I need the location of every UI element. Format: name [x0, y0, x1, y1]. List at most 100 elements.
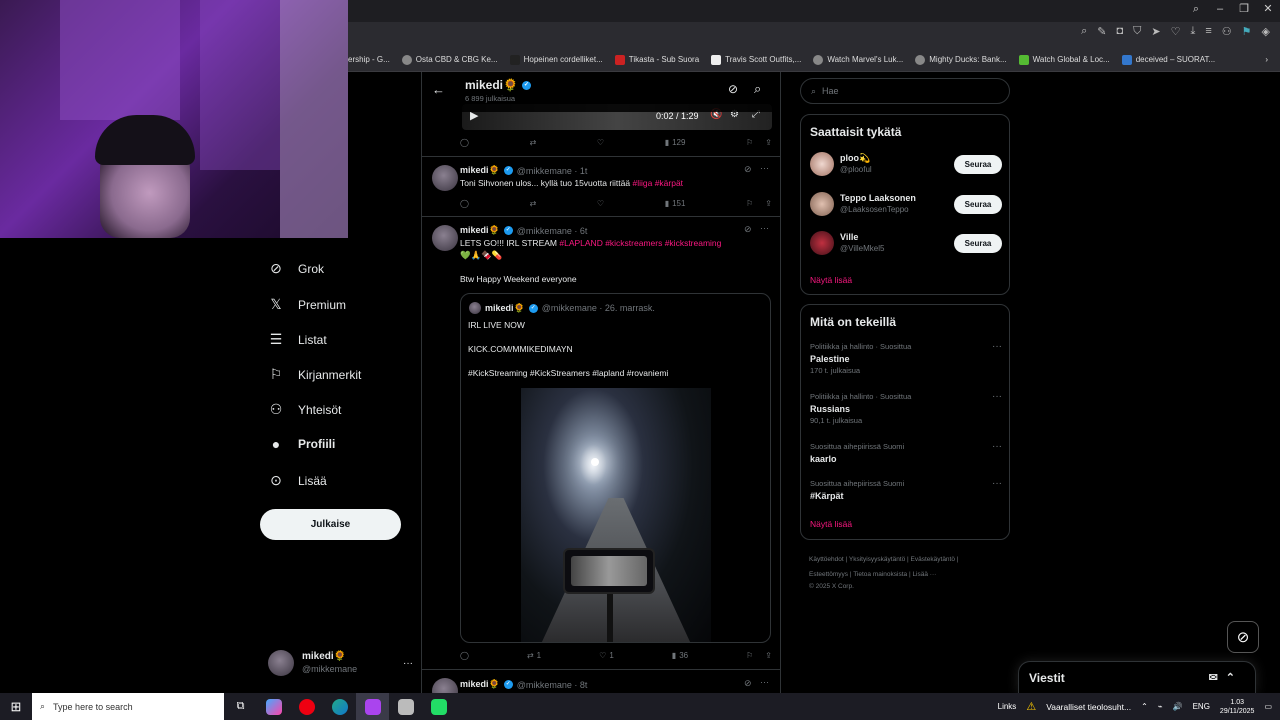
suggestion-item[interactable]: Ville @VilleMkel5 Seuraa: [810, 231, 1002, 255]
taskbar-app-edge[interactable]: [323, 693, 356, 720]
download-icon[interactable]: ⤓: [1190, 25, 1195, 38]
show-more-link[interactable]: Näytä lisää: [810, 519, 852, 529]
suggestion-item[interactable]: ploo💫 @plooful Seuraa: [810, 152, 1002, 176]
trend-item[interactable]: Politiikka ja hallinto · Suosittua Pales…: [810, 341, 1002, 377]
sidebar-item-lists[interactable]: ☰ Listat: [268, 331, 327, 348]
stream-photo[interactable]: [521, 388, 711, 642]
follow-button[interactable]: Seuraa: [954, 154, 1002, 174]
views-stat[interactable]: ▮ 151: [665, 199, 686, 208]
tweet[interactable]: mikedi🌻 ✓ @mikkemane · 6t ⊘ ··· LETS GO!…: [422, 217, 780, 670]
hashtags[interactable]: #liiga #kärpät: [632, 178, 683, 188]
links-toolbar[interactable]: Links: [998, 702, 1017, 711]
taskbar-app-active[interactable]: [356, 693, 389, 720]
grok-icon[interactable]: ⊘: [744, 224, 752, 235]
notification-icon[interactable]: ▭: [1264, 702, 1272, 711]
search-icon[interactable]: ⌕: [1184, 0, 1208, 18]
share-icon[interactable]: ⇪: [765, 651, 772, 660]
messages-drawer[interactable]: Viestit ✉⌃: [1018, 661, 1256, 693]
show-more-link[interactable]: Näytä lisää: [810, 275, 852, 285]
bookmark-item[interactable]: Osta CBD & CBG Ke...: [401, 54, 498, 65]
share-icon[interactable]: ⇪: [765, 138, 772, 147]
tweet[interactable]: mikedi🌻 ✓ @mikkemane · 1t ⊘ ··· Toni Sih…: [422, 157, 780, 217]
menu-icon[interactable]: ≡: [1205, 25, 1211, 38]
more-icon[interactable]: ···: [992, 341, 1002, 353]
cube-icon[interactable]: ◈: [1262, 25, 1270, 38]
grok-floating-button[interactable]: ⊘: [1227, 621, 1259, 653]
minimize-icon[interactable]: –: [1208, 0, 1232, 18]
quoted-tweet[interactable]: mikedi🌻 ✓ @mikkemane · 26. marrask. IRL …: [460, 293, 771, 643]
bookmark-item[interactable]: Mighty Ducks: Bank...: [915, 54, 1007, 65]
more-icon[interactable]: ···: [992, 391, 1002, 403]
windows-start-icon[interactable]: ⊞: [0, 693, 32, 720]
quote-hashtags[interactable]: #KickStreaming #KickStreamers #lapland #…: [468, 367, 668, 379]
search-icon[interactable]: ⌕: [754, 81, 761, 97]
volume-icon[interactable]: 🔊: [1173, 702, 1183, 711]
more-icon[interactable]: ···: [760, 223, 769, 233]
heart-icon[interactable]: ♡: [1171, 25, 1181, 38]
sidebar-item-profile[interactable]: ● Profiili: [268, 436, 336, 452]
language-indicator[interactable]: ENG: [1193, 702, 1210, 711]
sidebar-item-grok[interactable]: ⊘ Grok: [268, 260, 324, 277]
zoom-icon[interactable]: ⌕: [1081, 25, 1087, 38]
sidebar-item-premium[interactable]: 𝕏 Premium: [268, 296, 346, 313]
follow-button[interactable]: Seuraa: [954, 233, 1002, 253]
bookmark-icon[interactable]: ⚐: [746, 651, 753, 660]
taskbar-app-opera[interactable]: [290, 693, 323, 720]
bookmark-item[interactable]: ership - G...: [348, 55, 390, 64]
views-stat[interactable]: ▮ 129: [665, 138, 686, 147]
close-icon[interactable]: ✕: [1256, 0, 1280, 18]
more-icon[interactable]: ···: [992, 478, 1002, 490]
expand-icon[interactable]: ⌃: [1226, 672, 1243, 684]
edit-icon[interactable]: ✎: [1097, 25, 1106, 38]
post-button[interactable]: Julkaise: [260, 509, 401, 540]
hashtags[interactable]: #LAPLAND #kickstreamers #kickstreaming: [559, 238, 721, 248]
shield-icon[interactable]: ⛉: [1133, 25, 1141, 38]
bookmark-item[interactable]: Watch Marvel's Luk...: [813, 54, 903, 65]
taskbar-search-input[interactable]: ⌕ Type here to search: [32, 693, 224, 720]
bookmark-item[interactable]: Hopeinen cordelliket...: [509, 54, 603, 65]
share-icon[interactable]: ⇪: [765, 199, 772, 208]
new-message-icon[interactable]: ✉: [1209, 672, 1226, 684]
taskbar-app[interactable]: [257, 693, 290, 720]
like-icon[interactable]: ♡: [597, 138, 604, 147]
taskbar-app[interactable]: [422, 693, 455, 720]
send-icon[interactable]: ➤: [1151, 25, 1160, 38]
sidebar-item-bookmarks[interactable]: ⚐ Kirjanmerkit: [268, 366, 362, 383]
bookmark-item[interactable]: Watch Global & Loc...: [1018, 54, 1110, 65]
grok-icon[interactable]: ⊘: [744, 678, 752, 689]
grok-icon[interactable]: ⊘: [744, 164, 752, 175]
clock[interactable]: 1.03 29/11/2025: [1220, 698, 1255, 716]
quote-link[interactable]: KICK.COM/MMIKEDIMAYN: [468, 343, 573, 355]
grok-icon[interactable]: ⊘: [728, 82, 738, 96]
reply-icon[interactable]: ◯: [460, 199, 469, 208]
trend-item[interactable]: Suosittua aihepiirissä Suomi kaarlo ···: [810, 441, 1002, 465]
trend-item[interactable]: Suosittua aihepiirissä Suomi #Kärpät ···: [810, 478, 1002, 502]
task-view-icon[interactable]: ⧉: [224, 693, 257, 720]
search-input[interactable]: ⌕ Hae: [800, 78, 1010, 104]
suggestion-item[interactable]: Teppo Laaksonen @LaaksosenTeppo Seuraa: [810, 192, 1002, 216]
trend-item[interactable]: Politiikka ja hallinto · Suosittua Russi…: [810, 391, 1002, 427]
chevron-right-icon[interactable]: ›: [1265, 55, 1268, 64]
extension-icon[interactable]: ⚑: [1242, 25, 1252, 38]
views-stat[interactable]: ▮ 36: [672, 651, 688, 660]
retweet-stat[interactable]: ⇄ 1: [527, 651, 541, 660]
like-stat[interactable]: ♡ 1: [599, 651, 614, 660]
network-icon[interactable]: ⌁: [1158, 702, 1163, 711]
weather-alert[interactable]: Vaaralliset tieolosuht...: [1046, 702, 1131, 712]
camera-icon[interactable]: ◘: [1116, 25, 1123, 38]
reply-icon[interactable]: ◯: [460, 651, 469, 660]
bookmark-item[interactable]: Travis Scott Outfits,...: [711, 54, 801, 65]
follow-button[interactable]: Seuraa: [954, 194, 1002, 214]
footer-line[interactable]: Esteettömyys | Tietoa mainoksista | Lisä…: [809, 567, 1009, 582]
footer-line[interactable]: Käyttöehdot | Yksityisyyskäytäntö | Eväs…: [809, 552, 1009, 567]
tweet[interactable]: mikedi🌻 ✓ @mikkemane · 8t ⊘ ···: [422, 670, 780, 693]
account-switcher[interactable]: mikedi🌻 @mikkemane ···: [268, 650, 413, 676]
retweet-icon[interactable]: ⇄: [530, 138, 537, 147]
more-icon[interactable]: ···: [992, 441, 1002, 453]
sidebar-item-more[interactable]: ⊙ Lisää: [268, 472, 327, 489]
bookmark-icon[interactable]: ⚐: [746, 199, 753, 208]
user-icon[interactable]: ⚇: [1222, 25, 1232, 38]
retweet-icon[interactable]: ⇄: [530, 199, 537, 208]
taskbar-app[interactable]: [389, 693, 422, 720]
sidebar-item-communities[interactable]: ⚇ Yhteisöt: [268, 401, 342, 418]
